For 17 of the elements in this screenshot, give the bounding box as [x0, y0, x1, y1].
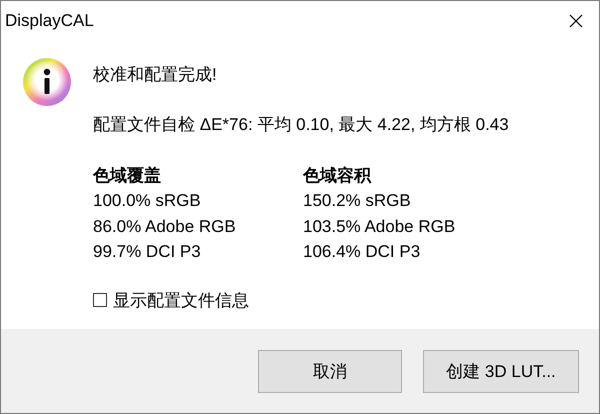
gamut-value: 106.4% DCI P3: [303, 241, 422, 263]
cancel-button[interactable]: 取消: [258, 350, 402, 392]
gamut-value: 103.5% Adobe RGB: [303, 216, 456, 238]
gamut-value: 150.2% sRGB: [303, 190, 412, 212]
create-lut-button[interactable]: 创建 3D LUT...: [423, 350, 579, 392]
close-icon: [569, 14, 583, 28]
completion-heading: 校准和配置完成!: [93, 64, 218, 86]
gamut-value: 86.0% Adobe RGB: [93, 216, 237, 238]
column-header: 色域覆盖: [93, 165, 162, 187]
gamut-value: 99.7% DCI P3: [93, 241, 202, 263]
checkbox[interactable]: [93, 293, 107, 307]
checkbox-label: 显示配置文件信息: [113, 290, 249, 312]
self-check-summary: 配置文件自检 ΔE*76: 平均 0.10, 最大 4.22, 均方根 0.43: [93, 114, 510, 136]
gamut-value: 100.0% sRGB: [93, 190, 202, 212]
window-title: DisplayCAL: [5, 11, 94, 31]
column-header: 色域容积: [303, 165, 372, 187]
info-icon: [22, 57, 72, 107]
